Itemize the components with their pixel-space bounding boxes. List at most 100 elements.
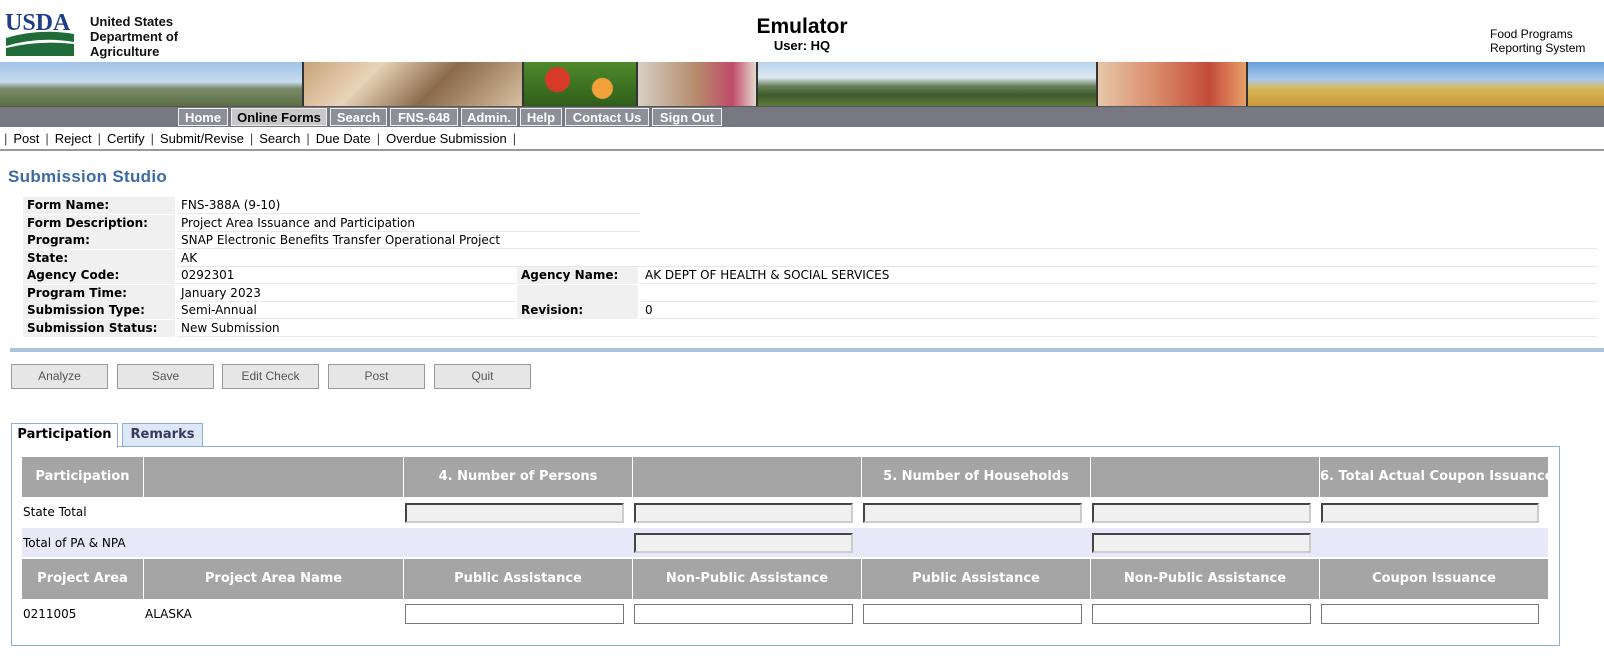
col-header-participation: Participation [22,457,144,497]
col-header-number-of-households: 5. Number of Households [862,457,1091,497]
col-header-households-public-assistance: Public Assistance [862,559,1091,599]
state-total-label: State Total [23,505,87,519]
program-label: Program: [23,232,175,249]
banner-photo-office [638,62,758,106]
subnav-due-date[interactable]: Due Date [316,127,371,151]
submission-type-label: Submission Type: [23,302,175,319]
photo-banner [0,62,1604,106]
form-description-value: Project Area Issuance and Participation [177,215,640,232]
households-public-assistance-input[interactable] [863,604,1082,624]
persons-non-public-assistance-input[interactable] [634,604,853,624]
subnav-overdue-submission[interactable]: Overdue Submission [386,127,507,151]
col-header-households-non-public-assistance: Non-Public Assistance [1091,559,1320,599]
nav-search[interactable]: Search [330,108,387,126]
analyze-button[interactable]: Analyze [11,364,108,389]
submission-status-value: New Submission [177,320,1597,337]
state-total-households-npa-field [1092,503,1311,523]
program-time-label: Program Time: [23,285,175,302]
agency-name-value: AK DEPT OF HEALTH & SOCIAL SERVICES [641,267,1597,284]
system-name-line: Reporting System [1490,41,1586,55]
revision-label: Revision: [517,302,638,319]
program-value: SNAP Electronic Benefits Transfer Operat… [177,232,1597,249]
state-value: AK [177,250,1597,267]
system-name: Food Programs Reporting System [1490,27,1585,55]
subnav-submit-revise[interactable]: Submit/Revise [160,127,244,151]
subnav-separator: | [306,131,310,146]
coupon-issuance-input[interactable] [1321,604,1539,624]
page-title: Submission Studio [8,167,168,186]
empty-label-cell [517,285,638,302]
col-header-blank [144,457,404,497]
subnav-separator: | [150,131,154,146]
agency-name-label: Agency Name: [517,267,638,284]
col-header-blank [1091,457,1320,497]
pa-npa-total-households-field [1092,533,1311,553]
banner-photo-landscape [0,62,304,106]
state-total-coupon-field [1321,503,1539,523]
col-header-persons-non-public-assistance: Non-Public Assistance [633,559,862,599]
subnav-separator: | [45,131,49,146]
nav-fns-648[interactable]: FNS-648 [390,108,458,126]
banner-photo-vegetables [524,62,638,106]
submission-status-label: Submission Status: [23,320,175,337]
system-name-line: Food Programs [1490,27,1573,41]
subnav-search[interactable]: Search [259,127,300,151]
banner-photo-wheat [1248,62,1604,106]
main-nav: Home Online Forms Search FNS-648 Admin. … [0,106,1604,127]
post-button[interactable]: Post [328,364,425,389]
edit-check-button[interactable]: Edit Check [222,364,319,389]
subnav-reject[interactable]: Reject [55,127,92,151]
col-header-coupon-issuance: Coupon Issuance [1320,559,1548,599]
pa-npa-total-label: Total of PA & NPA [23,536,126,550]
page-header: USDA United States Department of Agricul… [0,0,1604,62]
persons-public-assistance-input[interactable] [405,604,624,624]
state-total-persons-pa-field [405,503,624,523]
program-time-value: January 2023 [177,285,516,302]
submission-type-value: Semi-Annual [177,302,516,319]
state-label: State: [23,250,175,267]
subnav-separator: | [376,131,381,146]
subnav-separator: | [512,131,517,146]
nav-sign-out[interactable]: Sign Out [652,108,722,126]
tab-remarks[interactable]: Remarks [122,423,203,447]
col-header-persons-public-assistance: Public Assistance [404,559,633,599]
state-total-persons-npa-field [634,503,853,523]
nav-home[interactable]: Home [178,108,228,126]
app-title: Emulator [756,15,848,38]
section-divider [10,348,1604,352]
sub-nav: | Post | Reject | Certify | Submit/Revise | Searc… [0,127,1604,151]
form-name-value: FNS-388A (9-10) [177,197,640,214]
banner-photo-shopping [1098,62,1248,106]
save-button[interactable]: Save [117,364,214,389]
households-non-public-assistance-input[interactable] [1092,604,1311,624]
form-description-label: Form Description: [23,215,175,232]
project-area-name: ALASKA [145,607,192,621]
state-total-households-pa-field [863,503,1082,523]
pa-npa-total-persons-field [634,533,853,553]
banner-photo-hills [758,62,1098,106]
tab-participation[interactable]: Participation [11,423,118,448]
user-line: User: HQ [773,38,831,53]
form-name-label: Form Name: [23,197,175,214]
subnav-separator: | [4,131,8,146]
subnav-separator: | [249,131,254,146]
col-header-blank [633,457,862,497]
subnav-post[interactable]: Post [13,127,39,151]
subnav-certify[interactable]: Certify [107,127,145,151]
project-area-code: 0211005 [23,607,77,621]
col-header-number-of-persons: 4. Number of Persons [404,457,633,497]
nav-online-forms[interactable]: Online Forms [231,108,327,126]
col-header-project-area-name: Project Area Name [144,559,404,599]
quit-button[interactable]: Quit [434,364,531,389]
revision-value: 0 [641,302,1597,319]
subnav-separator: | [97,131,102,146]
agency-code-label: Agency Code: [23,267,175,284]
banner-photo-family [304,62,524,106]
nav-help[interactable]: Help [520,108,562,126]
col-header-total-coupon-issuance: 6. Total Actual Coupon Issuance [1320,457,1548,497]
col-header-project-area: Project Area [22,559,144,599]
nav-contact-us[interactable]: Contact Us [565,108,649,126]
empty-value-cell [641,285,1597,302]
nav-admin[interactable]: Admin. [461,108,517,126]
agency-code-value: 0292301 [177,267,516,284]
